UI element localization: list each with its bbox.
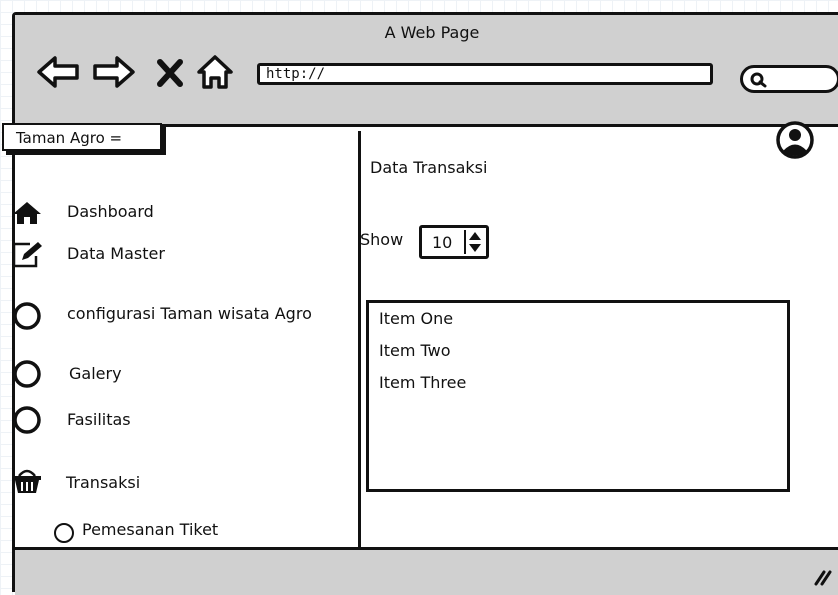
- circle-icon: [13, 302, 41, 330]
- stepper-value: 10: [432, 233, 453, 252]
- list-item[interactable]: Item Three: [379, 373, 466, 392]
- page-title: Data Transaksi: [370, 158, 488, 177]
- transaction-list[interactable]: Item One Item Two Item Three: [366, 300, 790, 492]
- circle-icon: [54, 523, 74, 543]
- sidebar-item-label: Data Master: [67, 244, 165, 263]
- sidebar-subitem-pemesanan-tiket[interactable]: Pemesanan Tiket: [52, 520, 312, 544]
- forward-arrow-icon: [93, 56, 135, 88]
- basket-icon: [13, 469, 41, 493]
- page-size-stepper[interactable]: 10: [419, 225, 489, 259]
- brand-menu-button[interactable]: Taman Agro =: [2, 123, 162, 151]
- sidebar-item-transaksi[interactable]: Transaksi: [12, 466, 342, 496]
- list-item[interactable]: Item Two: [379, 341, 451, 360]
- url-field[interactable]: http://: [257, 63, 713, 85]
- user-avatar[interactable]: [775, 120, 815, 164]
- sidebar-item-label: Galery: [69, 364, 122, 383]
- show-label: Show: [360, 230, 404, 249]
- home-button[interactable]: [195, 53, 235, 91]
- home-icon: [13, 202, 41, 224]
- search-field[interactable]: [740, 65, 838, 93]
- sidebar-item-fasilitas[interactable]: Fasilitas: [12, 404, 342, 434]
- sidebar-item-data-master[interactable]: Data Master: [12, 240, 342, 268]
- sidebar-item-label: Pemesanan Tiket: [82, 520, 219, 539]
- edit-icon: [12, 242, 42, 268]
- circle-icon: [13, 406, 41, 434]
- list-item[interactable]: Item One: [379, 309, 453, 328]
- window-title: A Web Page: [384, 23, 480, 42]
- sidebar-item-dashboard[interactable]: Dashboard: [12, 200, 342, 226]
- sidebar-item-configurasi[interactable]: configurasi Taman wisata Agro: [12, 300, 342, 330]
- back-arrow-icon: [37, 56, 79, 88]
- sidebar-item-label: Transaksi: [66, 473, 141, 492]
- status-bar: [15, 547, 838, 595]
- sidebar-item-label: Dashboard: [67, 202, 154, 221]
- browser-toolbar: A Web Page http://: [15, 15, 838, 127]
- sidebar-divider: [358, 131, 361, 547]
- back-button[interactable]: [35, 53, 81, 91]
- sidebar-item-galery[interactable]: Galery: [12, 358, 342, 388]
- forward-button[interactable]: [91, 53, 137, 91]
- up-down-arrows-icon: [469, 232, 481, 252]
- close-icon: [157, 59, 183, 87]
- sidebar-item-label: configurasi Taman wisata Agro: [67, 304, 312, 323]
- circle-icon: [13, 360, 41, 388]
- home-outline-icon: [197, 55, 233, 89]
- user-icon: [776, 121, 814, 159]
- stop-button[interactable]: [155, 53, 185, 91]
- stepper-arrows[interactable]: [464, 230, 484, 254]
- sidebar-item-label: Fasilitas: [67, 410, 131, 429]
- search-icon: [750, 72, 767, 88]
- resize-grip-icon[interactable]: [810, 568, 832, 586]
